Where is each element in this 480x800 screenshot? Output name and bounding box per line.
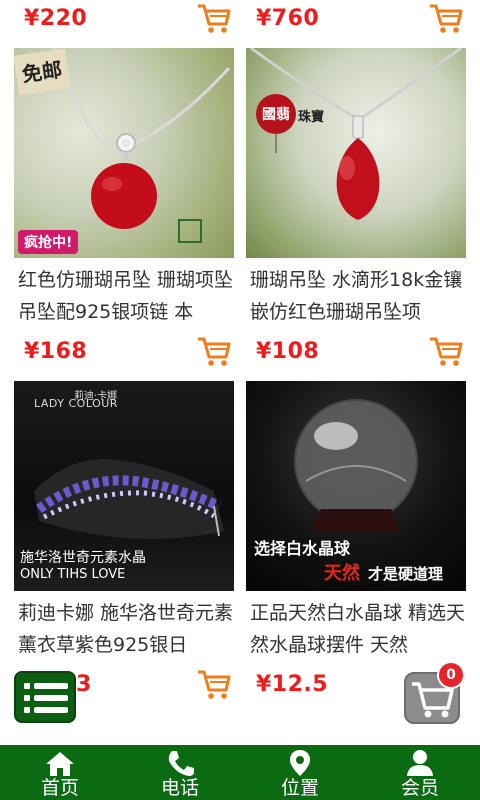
brand-seal: 國翡 (256, 94, 296, 134)
cart-icon[interactable] (428, 2, 464, 34)
nav-label: 首页 (40, 777, 79, 799)
product-image[interactable]: 國翡 珠寶 (246, 48, 466, 258)
brand-text: 珠寶 (298, 110, 325, 125)
location-icon (290, 750, 310, 776)
cart-count-badge: 0 (437, 661, 465, 689)
product-price: ¥220 (24, 6, 88, 31)
product-grid: ¥220 ¥760 免邮 疯抢中! 红色仿珊瑚吊坠 珊瑚项坠吊坠配925银项链 … (0, 0, 480, 745)
nav-label: 会员 (400, 777, 439, 799)
nav-label: 位置 (280, 777, 319, 799)
price-row: ¥220 (14, 0, 236, 40)
nav-item-member[interactable]: 会员 (360, 745, 480, 800)
list-icon (24, 683, 30, 689)
product-title[interactable]: 正品天然白水晶球 精选天然水晶球摆件 天然 (250, 597, 468, 661)
image-caption-highlight: 天然 (324, 563, 360, 584)
brand-line: LADY COLOUR (34, 397, 118, 410)
image-caption: 才是硬道理 (368, 565, 444, 583)
hot-sale-badge: 疯抢中! (18, 230, 79, 254)
price-row: ¥108 (246, 333, 468, 373)
product-price: ¥760 (256, 6, 320, 31)
product-image[interactable]: 选择白水晶球 天然 才是硬道理 (246, 381, 466, 591)
menu-button[interactable] (14, 671, 76, 723)
product-price: ¥168 (24, 339, 88, 364)
image-caption: ONLY TIHS LOVE (20, 567, 126, 582)
product-title[interactable]: 珊瑚吊坠 水滴形18k金镶嵌仿红色珊瑚吊坠项 (250, 264, 468, 328)
cart-icon[interactable] (196, 335, 232, 367)
nav-item-location[interactable]: 位置 (240, 745, 360, 800)
product-price-partial: 3 (76, 672, 92, 697)
product-title[interactable]: 红色仿珊瑚吊坠 珊瑚项坠吊坠配925银项链 本 (18, 264, 236, 328)
product-price: ¥108 (256, 339, 320, 364)
nav-item-phone[interactable]: 电话 (120, 745, 240, 800)
member-icon (407, 750, 433, 776)
image-caption: 选择白水晶球 (254, 539, 351, 558)
cart-icon[interactable] (196, 668, 232, 700)
product-image[interactable]: 莉迪·卡娜 LADY COLOUR 施华洛世奇元素水晶 ONLY TIHS LO… (14, 381, 234, 591)
cart-icon[interactable] (196, 2, 232, 34)
nav-label: 电话 (160, 777, 199, 799)
product-title[interactable]: 莉迪卡娜 施华洛世奇元素薰衣草紫色925银日 (18, 597, 236, 661)
product-image[interactable]: 免邮 疯抢中! (14, 48, 234, 258)
image-caption: 施华洛世奇元素水晶 (20, 550, 146, 566)
price-row: ¥760 (246, 0, 468, 40)
phone-icon (168, 751, 194, 776)
free-shipping-badge: 免邮 (14, 48, 71, 96)
home-icon (46, 752, 74, 776)
price-row: ¥168 (14, 333, 236, 373)
nav-item-home[interactable]: 首页 (0, 745, 120, 800)
bottom-nav: 首页 电话 位置 会员 (0, 745, 480, 800)
cart-icon[interactable] (428, 335, 464, 367)
product-price: ¥12.5 (256, 672, 329, 697)
